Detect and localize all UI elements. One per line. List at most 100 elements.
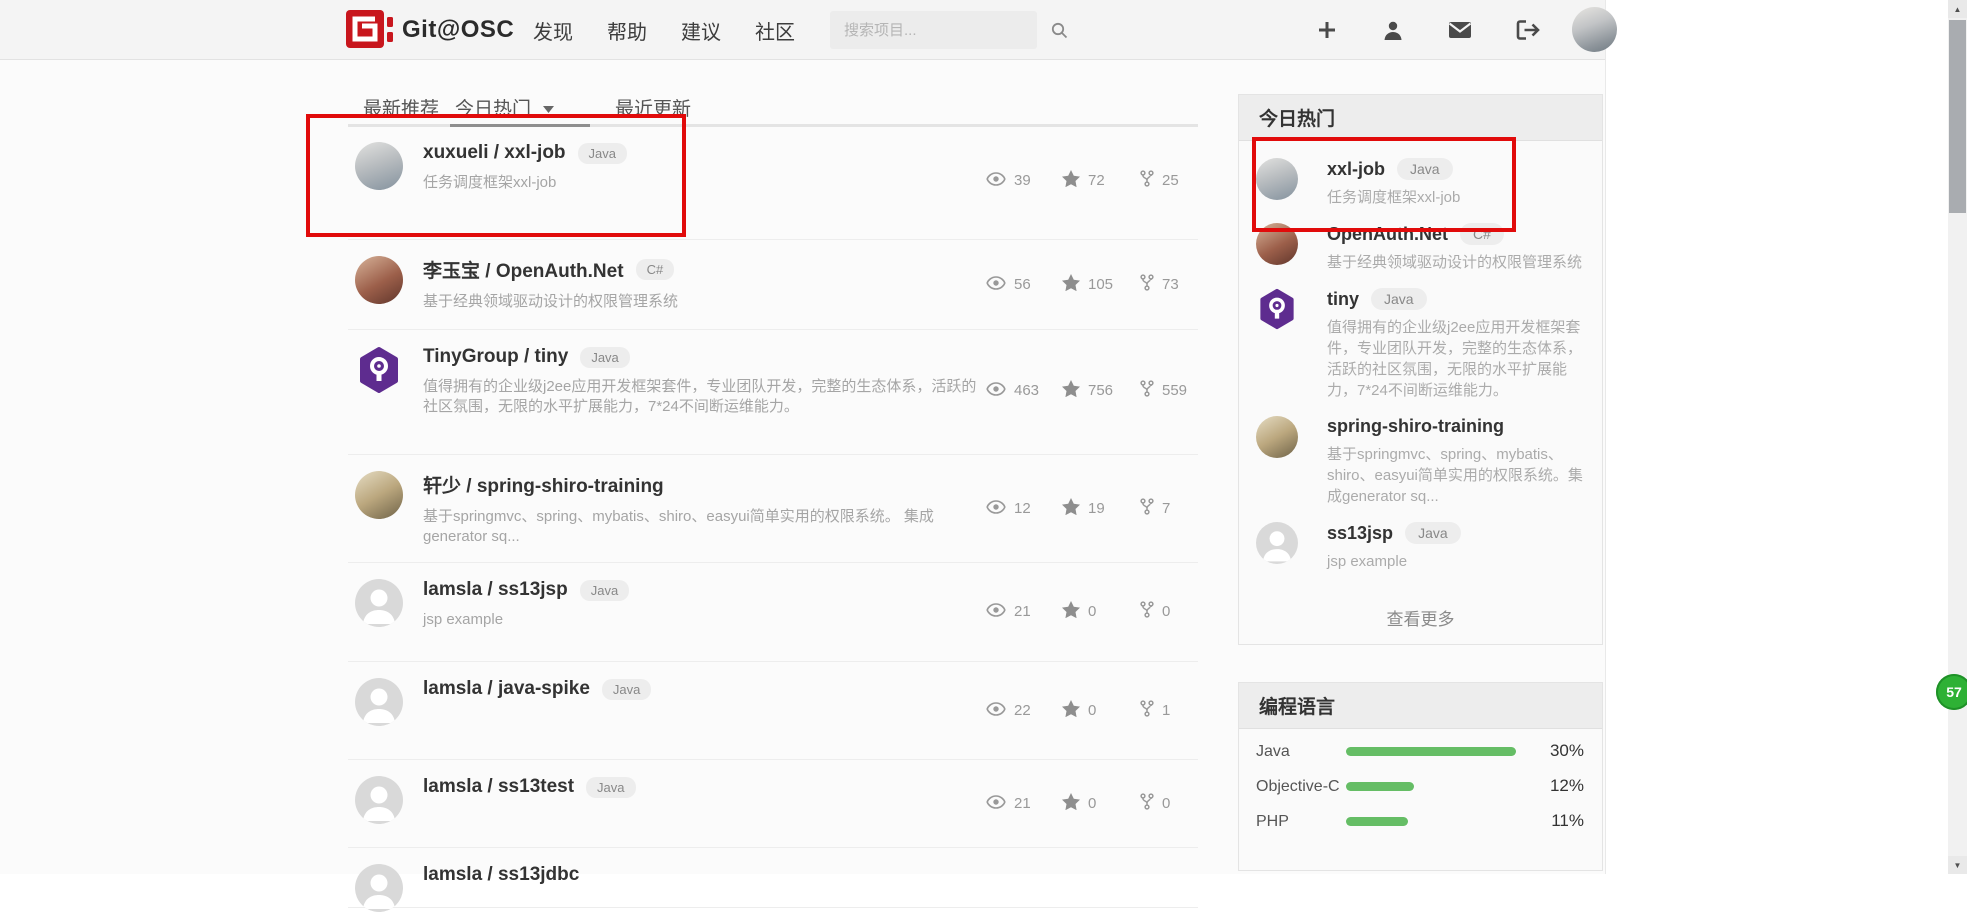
hot-project-name[interactable]: ss13jsp xyxy=(1327,523,1393,544)
language-tag: Java xyxy=(1397,158,1453,180)
hot-project-item[interactable]: xxl-jobJava任务调度框架xxl-job xyxy=(1256,158,1584,208)
avatar-placeholder[interactable] xyxy=(1256,522,1298,564)
scrollbar-thumb[interactable] xyxy=(1949,20,1966,213)
project-text: 轩少 / spring-shiro-training 基于springmvc、sp… xyxy=(423,471,983,562)
brand-title[interactable]: Git@OSC xyxy=(402,16,514,44)
project-row[interactable]: lamsla / java-spikeJava2201 xyxy=(348,662,1198,760)
project-title[interactable]: lamsla / ss13jdbc xyxy=(423,864,579,886)
language-percent: 11% xyxy=(1536,811,1584,837)
project-title[interactable]: lamsla / java-spike xyxy=(423,678,590,700)
project-row[interactable]: lamsla / ss13testJava2100 xyxy=(348,760,1198,848)
tab-3[interactable]: 最近更新 xyxy=(615,94,691,121)
scroll-up-arrow[interactable]: ▲ xyxy=(1948,0,1967,18)
star-count: 72 xyxy=(1088,172,1105,189)
floating-badge[interactable]: 57 xyxy=(1936,674,1967,710)
hot-project-text: ss13jspJavajsp example xyxy=(1327,522,1584,572)
project-row[interactable]: lamsla / ss13jdbc xyxy=(348,848,1198,908)
tab-bar: 最新推荐今日热门 最近更新 xyxy=(348,94,1198,127)
watch-count: 22 xyxy=(1014,702,1031,719)
project-text: lamsla / ss13jdbc xyxy=(423,864,983,907)
project-title[interactable]: lamsla / ss13jsp xyxy=(423,579,568,601)
tab-1[interactable]: 最新推荐 xyxy=(363,94,439,121)
language-label[interactable]: Java xyxy=(1256,741,1346,767)
watch-count: 12 xyxy=(1014,500,1031,517)
search-icon[interactable] xyxy=(1051,22,1068,39)
avatar[interactable] xyxy=(355,142,403,190)
fork-count: 559 xyxy=(1162,382,1187,399)
hot-project-item[interactable]: spring-shiro-training基于springmvc、spring、… xyxy=(1256,416,1584,507)
language-tag: Java xyxy=(1405,522,1461,544)
language-label[interactable]: PHP xyxy=(1256,811,1346,837)
avatar[interactable] xyxy=(355,471,403,519)
nav-item[interactable]: 建议 xyxy=(681,16,721,45)
project-title-line: 轩少 / spring-shiro-training xyxy=(423,471,983,498)
avatar[interactable] xyxy=(1256,416,1298,458)
hot-project-item[interactable]: tinyJava值得拥有的企业级j2ee应用开发框架套件，专业团队开发，完整的生… xyxy=(1256,288,1584,401)
project-title[interactable]: xuxueli / xxl-job xyxy=(423,142,566,164)
gitosc-logo-icon[interactable] xyxy=(346,10,394,50)
fork-icon xyxy=(1140,170,1154,191)
hot-project-item[interactable]: ss13jspJavajsp example xyxy=(1256,522,1584,572)
project-title-line: lamsla / java-spikeJava xyxy=(423,678,983,700)
avatar[interactable] xyxy=(1256,223,1298,265)
hot-title-line: xxl-job Java xyxy=(1327,158,1584,180)
hot-project-name[interactable]: spring-shiro-training xyxy=(1327,416,1504,437)
language-label[interactable]: Objective-C xyxy=(1256,776,1346,802)
hot-project-item[interactable]: OpenAuth.NetC#基于经典领域驱动设计的权限管理系统 xyxy=(1256,223,1584,273)
project-row[interactable]: lamsla / ss13jspJavajsp example2100 xyxy=(348,563,1198,662)
project-logo[interactable] xyxy=(355,346,403,394)
hot-title-line: spring-shiro-training xyxy=(1327,416,1584,437)
hot-project-name[interactable]: OpenAuth.Net xyxy=(1327,224,1448,245)
avatar-placeholder[interactable] xyxy=(355,678,403,726)
language-percent: 12% xyxy=(1536,776,1584,802)
signout-icon[interactable] xyxy=(1516,20,1540,40)
fork-stat: 559 xyxy=(1140,380,1188,401)
view-more-link[interactable]: 查看更多 xyxy=(1239,597,1602,644)
project-text: lamsla / java-spikeJava xyxy=(423,678,983,759)
hot-project-name[interactable]: tiny xyxy=(1327,289,1359,310)
star-icon xyxy=(1062,793,1080,814)
star-stat: 19 xyxy=(1062,498,1140,519)
star-count: 105 xyxy=(1088,276,1113,293)
hot-project-text: OpenAuth.NetC#基于经典领域驱动设计的权限管理系统 xyxy=(1327,223,1584,273)
avatar-placeholder[interactable] xyxy=(355,864,403,912)
search-box xyxy=(830,11,1037,49)
user-avatar[interactable] xyxy=(1572,7,1617,52)
search-input[interactable] xyxy=(830,22,1051,39)
project-row[interactable]: TinyGroup / tinyJava值得拥有的企业级j2ee应用开发框架套件… xyxy=(348,330,1198,455)
sidebar: 今日热门 xxl-jobJava任务调度框架xxl-jobOpenAuth.Ne… xyxy=(1238,94,1603,871)
project-row[interactable]: 李玉宝 / OpenAuth.NetC#基于经典领域驱动设计的权限管理系统561… xyxy=(348,240,1198,330)
watch-stat: 39 xyxy=(986,170,1062,191)
project-row[interactable]: xuxueli / xxl-jobJava任务调度框架xxl-job397225 xyxy=(348,126,1198,240)
language-tag: C# xyxy=(636,259,675,280)
project-title[interactable]: TinyGroup / tiny xyxy=(423,346,568,368)
star-stat: 756 xyxy=(1062,380,1140,401)
nav-item[interactable]: 社区 xyxy=(755,16,795,45)
star-count: 19 xyxy=(1088,500,1105,517)
new-project-icon[interactable] xyxy=(1316,19,1338,41)
project-description: jsp example xyxy=(423,610,983,630)
tab-2[interactable]: 今日热门 xyxy=(455,94,554,121)
project-title[interactable]: lamsla / ss13test xyxy=(423,776,574,798)
fork-stat: 7 xyxy=(1140,498,1188,519)
mail-icon[interactable] xyxy=(1448,21,1472,39)
avatar[interactable] xyxy=(1256,158,1298,200)
avatar-placeholder[interactable] xyxy=(355,579,403,627)
star-icon xyxy=(1062,498,1080,519)
hot-project-name[interactable]: xxl-job xyxy=(1327,159,1385,180)
nav-item[interactable]: 发现 xyxy=(533,16,573,45)
project-description: 基于springmvc、spring、mybatis、shiro、easyui简… xyxy=(423,507,983,547)
scroll-down-arrow[interactable]: ▼ xyxy=(1948,856,1967,874)
hot-project-description: 值得拥有的企业级j2ee应用开发框架套件，专业团队开发，完整的生态体系，活跃的社… xyxy=(1327,317,1584,401)
watch-count: 463 xyxy=(1014,382,1039,399)
avatar[interactable] xyxy=(355,256,403,304)
language-tag: Java xyxy=(586,777,635,798)
project-title[interactable]: 李玉宝 / OpenAuth.Net xyxy=(423,256,624,283)
nav-item[interactable]: 帮助 xyxy=(607,16,647,45)
fork-count: 7 xyxy=(1162,500,1170,517)
user-icon[interactable] xyxy=(1382,19,1404,41)
project-logo[interactable] xyxy=(1256,288,1298,330)
project-title[interactable]: 轩少 / spring-shiro-training xyxy=(423,471,664,498)
avatar-placeholder[interactable] xyxy=(355,776,403,824)
project-row[interactable]: 轩少 / spring-shiro-training 基于springmvc、sp… xyxy=(348,455,1198,563)
